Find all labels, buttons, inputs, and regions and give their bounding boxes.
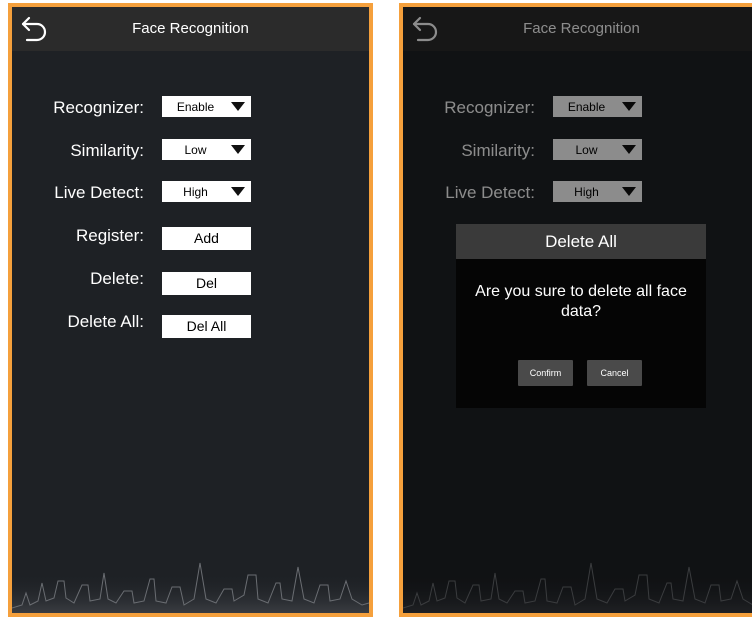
chevron-down-icon [231, 102, 245, 111]
dialog-message: Are you sure to delete all face data? [475, 283, 687, 320]
add-button[interactable]: Add [162, 227, 251, 250]
settings-screen: Face Recognition Recognizer: Enable Simi… [8, 3, 373, 617]
city-skyline-decoration [12, 562, 369, 613]
live-detect-select[interactable]: High [162, 181, 251, 202]
dialog-title: Delete All [456, 224, 706, 259]
page-title: Face Recognition [132, 20, 249, 37]
similarity-select[interactable]: Low [162, 139, 251, 160]
live-detect-label: Live Detect: [54, 183, 144, 202]
live-detect-value: High [183, 185, 208, 199]
register-label: Register: [75, 226, 144, 245]
delete-all-dialog: Delete All Are you sure to delete all fa… [456, 224, 706, 408]
delete-label: Delete: [90, 269, 144, 288]
confirm-button[interactable]: Confirm [518, 360, 573, 386]
title-bar: Face Recognition [12, 7, 369, 51]
recognizer-label: Recognizer: [53, 98, 144, 117]
similarity-label: Similarity: [70, 141, 144, 160]
similarity-value: Low [184, 143, 207, 157]
chevron-down-icon [231, 145, 245, 154]
recognizer-select[interactable]: Enable [162, 96, 251, 117]
chevron-down-icon [231, 187, 245, 196]
delete-all-dialog-screen: Face Recognition Recognizer: Enable Simi… [399, 3, 752, 617]
recognizer-value: Enable [176, 100, 215, 114]
cancel-button[interactable]: Cancel [587, 360, 642, 386]
del-button[interactable]: Del [162, 272, 251, 295]
del-all-button[interactable]: Del All [162, 315, 251, 338]
delete-all-label: Delete All: [67, 312, 144, 331]
